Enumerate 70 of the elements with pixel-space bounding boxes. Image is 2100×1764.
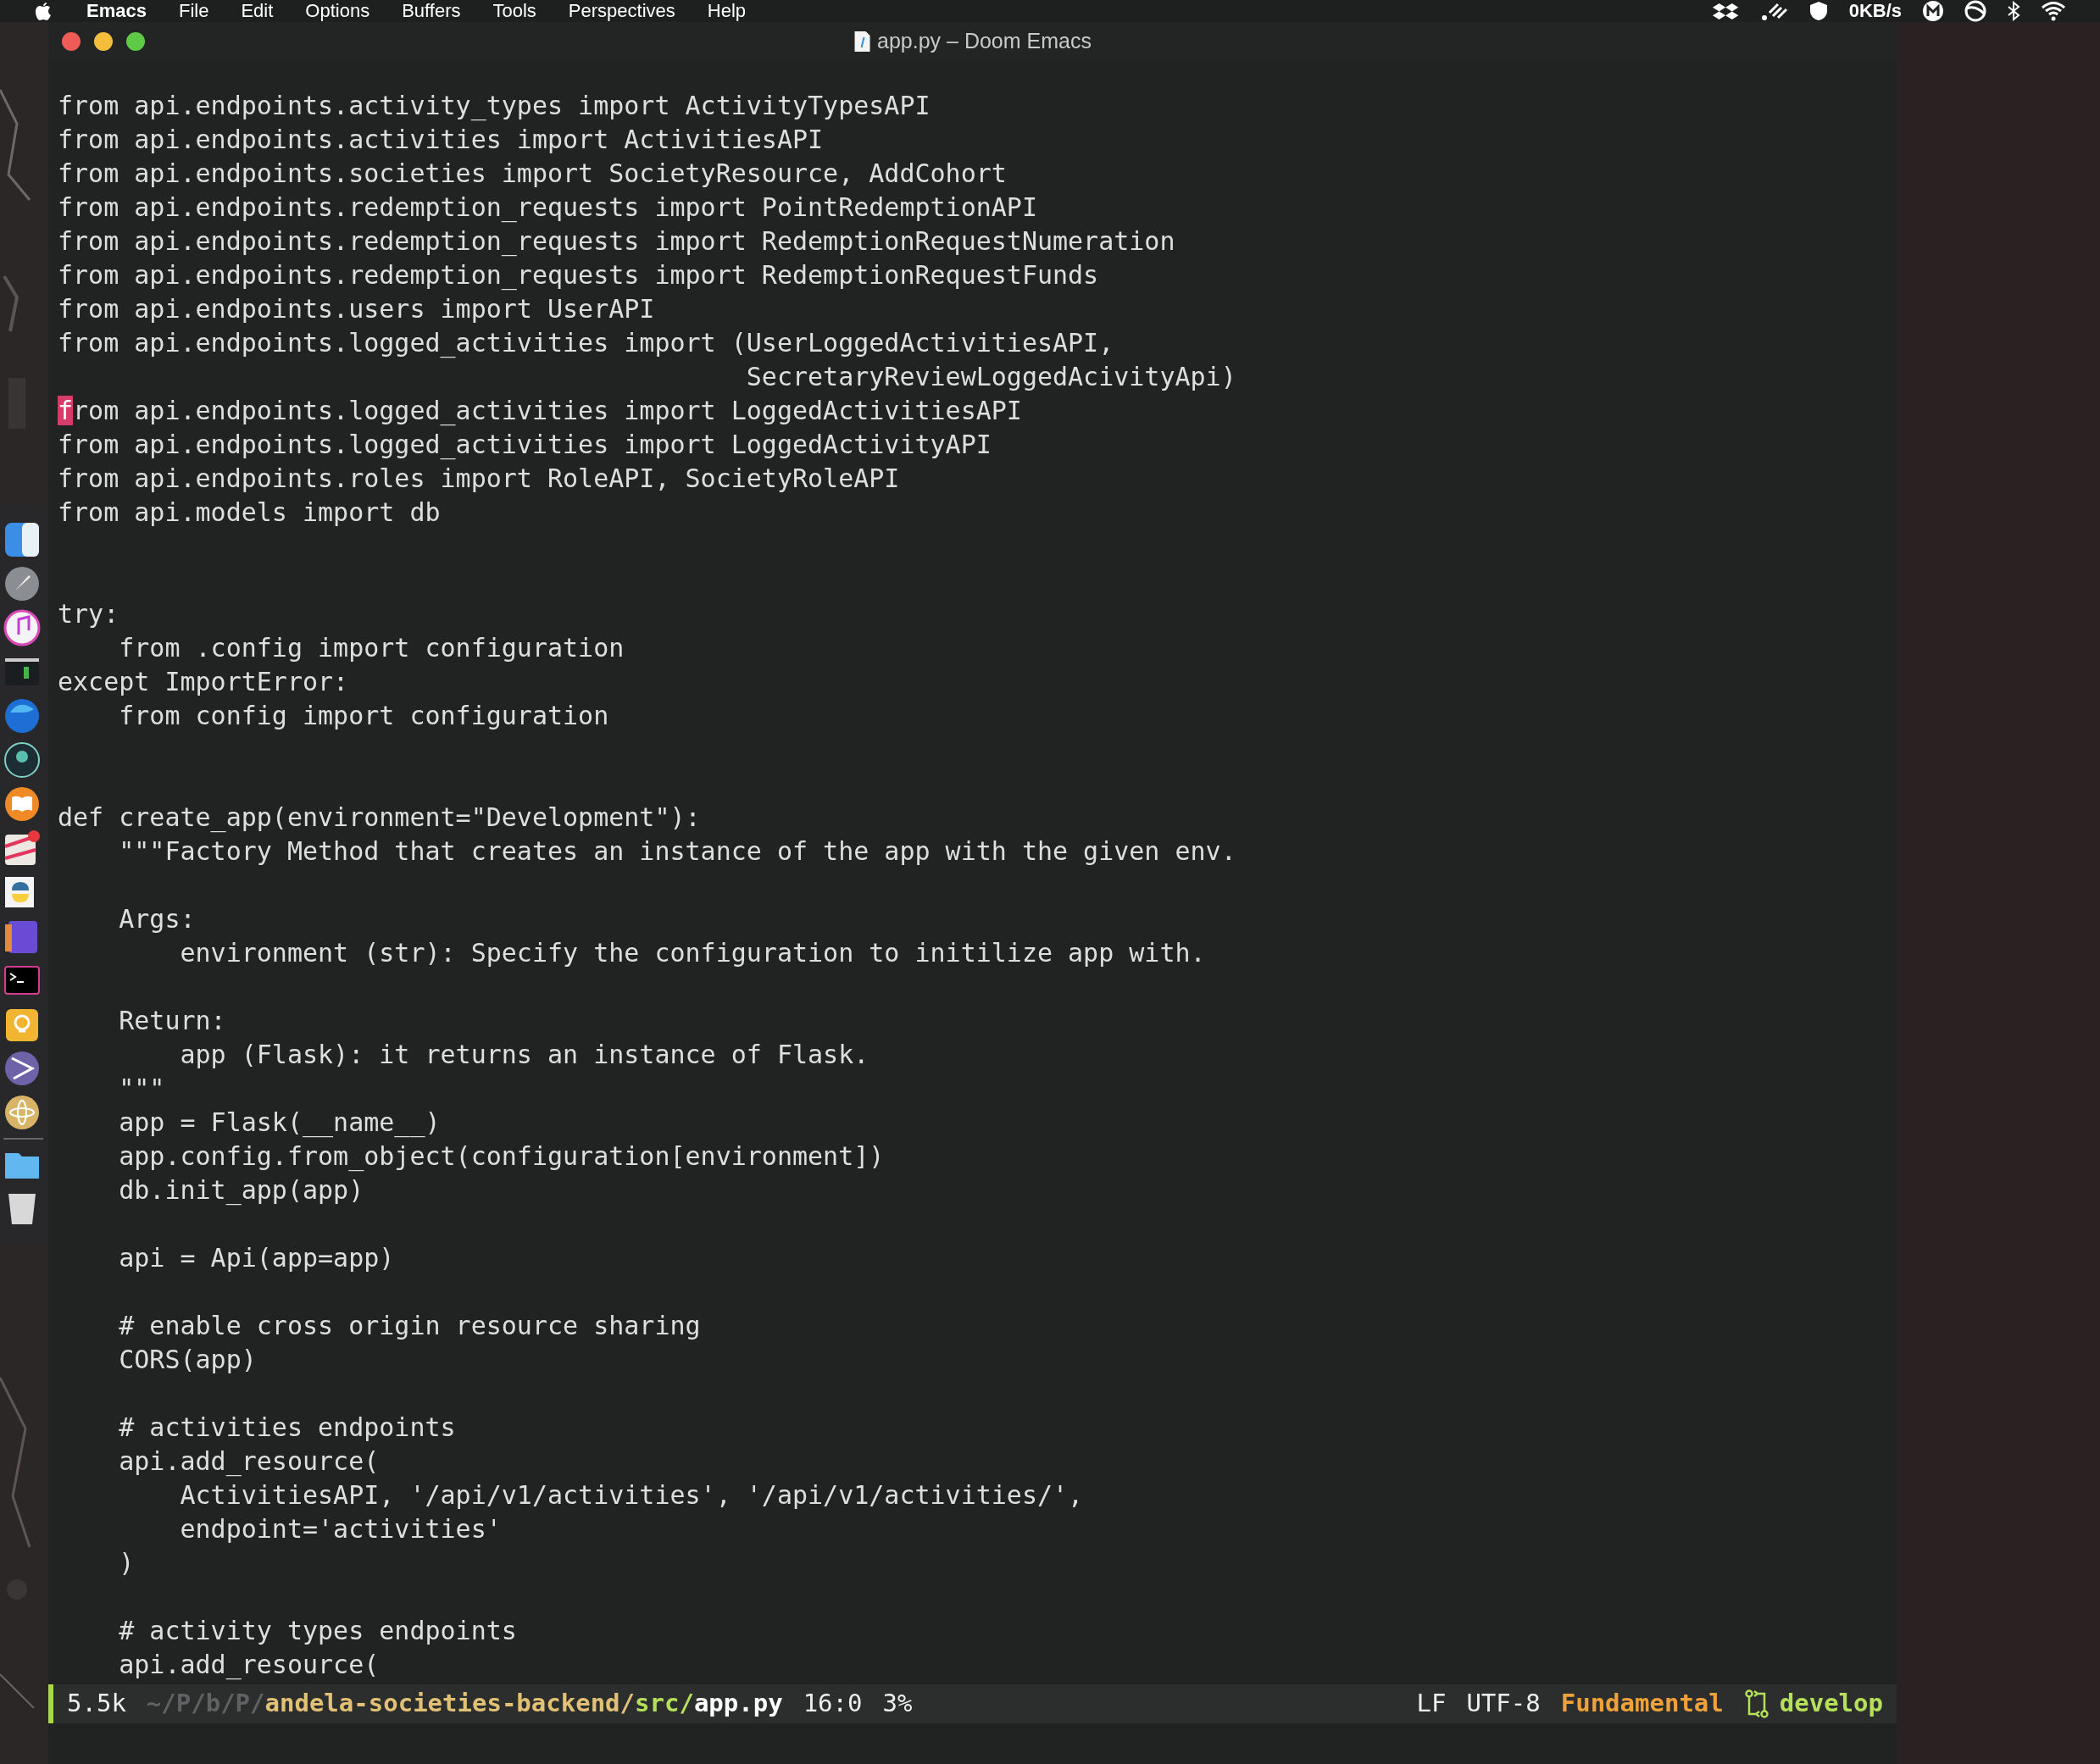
apple-icon[interactable] (34, 1, 53, 21)
wifi-icon[interactable] (2041, 1, 2066, 21)
code-line: from api.endpoints.redemption_requests import RedemptionRequestFunds (58, 259, 1099, 292)
code-line: api = Api(app=app) (118, 1242, 395, 1274)
split-square-icon[interactable] (3, 521, 41, 558)
code-line: except ImportError: (58, 666, 349, 698)
line-ending: LF (1416, 1688, 1447, 1720)
code-line: environment (str): Specify the configuration to initilize app with. (179, 937, 1206, 969)
file-icon[interactable] (853, 31, 871, 53)
code-line: from api.endpoints.activities import ActivitiesAPI (58, 124, 824, 156)
git-branch-icon (1743, 1689, 1769, 1718)
network-speed: 0KB/s (1848, 0, 1902, 22)
ring-icon[interactable] (1964, 0, 1986, 22)
scroll-percent: 3% (882, 1688, 913, 1720)
code-line: # activities endpoints (118, 1412, 456, 1444)
code-line: from api.endpoints.logged_activities import (UserLoggedActivitiesAPI, (58, 327, 1114, 360)
code-line: api.add_resource( (118, 1649, 380, 1682)
code-line: """Factory Method that creates an instance of the app with the given env. (118, 835, 1236, 868)
code-line: # activity types endpoints (118, 1615, 517, 1647)
code-line: app = Flask(__name__) (118, 1107, 441, 1140)
code-line: from api.endpoints.roles import RoleAPI, SocietyRoleAPI (58, 463, 900, 495)
code-line: app.config.from_object(configuration[environment]) (118, 1140, 885, 1173)
cursor-position: 16:0 (803, 1688, 863, 1720)
app-menu[interactable]: Emacs (86, 0, 147, 22)
menu-item[interactable]: Help (707, 0, 747, 22)
zoom-button[interactable] (126, 32, 145, 51)
encoding: UTF-8 (1466, 1688, 1541, 1720)
code-line: CORS(app) (118, 1344, 257, 1376)
bluetooth-icon[interactable] (2007, 1, 2020, 21)
code-line: from api.endpoints.redemption_requests import RedemptionRequestNumeration (58, 225, 1175, 258)
atom-icon[interactable] (3, 1094, 41, 1131)
code-line: from .config import configuration (118, 632, 625, 664)
code-line: Args: (118, 903, 196, 935)
code-line: from api.endpoints.logged_activities import LoggedActivityAPI (58, 429, 992, 462)
minimize-button[interactable] (94, 32, 113, 51)
menu-item[interactable]: Buffers (402, 0, 461, 22)
shield-icon[interactable] (1808, 1, 1829, 21)
code-line: from api.endpoints.users import UserAPI (58, 293, 655, 325)
code-line: def create_app(environment="Development"): (58, 802, 701, 835)
code-line: from api.endpoints.redemption_requests import PointRedemptionAPI (58, 191, 1037, 225)
book-icon[interactable] (3, 785, 41, 823)
code-line: db.init_app(app) (118, 1174, 364, 1207)
circle-icon[interactable] (1922, 0, 1944, 22)
code-line: api.add_resource( (118, 1445, 380, 1478)
code-line: # enable cross origin resource sharing (118, 1310, 701, 1342)
menu-item[interactable]: Perspectives (568, 0, 675, 22)
close-button[interactable] (62, 32, 81, 51)
boxes-icon[interactable] (1711, 2, 1741, 20)
code-line: ActivitiesAPI, '/api/v1/activities', '/api/v1/activities/', (179, 1479, 1084, 1512)
code-line: ) (118, 1547, 135, 1579)
menu-item[interactable]: Tools (492, 0, 536, 22)
window-title: app.py – Doom Emacs (877, 28, 1092, 55)
menu-item[interactable]: Options (305, 0, 370, 22)
globe-icon[interactable] (3, 697, 41, 735)
code-line: Return: (118, 1005, 226, 1037)
code-line: SecretaryReviewLoggedAcivityApi) (745, 361, 1236, 393)
menu-item[interactable]: Edit (241, 0, 274, 22)
code-line: from api.models import db (58, 496, 441, 529)
code-line: try: (58, 598, 119, 630)
code-line: from api.endpoints.activity_types import ActivityTypesAPI (58, 90, 931, 123)
menu-item[interactable]: File (178, 0, 209, 22)
buffer-size: 5.5k (67, 1688, 126, 1720)
code-line: endpoint='activities' (179, 1513, 502, 1545)
code-line: app (Flask): it returns an instance of Flask. (179, 1039, 869, 1071)
major-mode: Fundamental (1560, 1688, 1724, 1720)
code-line: from api.endpoints.logged_activities import LoggedActivitiesAPI (58, 395, 1022, 428)
code-line: from api.endpoints.societies import SocietyResource, AddCohort (58, 158, 1007, 190)
code-line: """ (118, 1073, 165, 1105)
git-branch: develop (1779, 1688, 1883, 1720)
code-line: from config import configuration (118, 700, 609, 732)
